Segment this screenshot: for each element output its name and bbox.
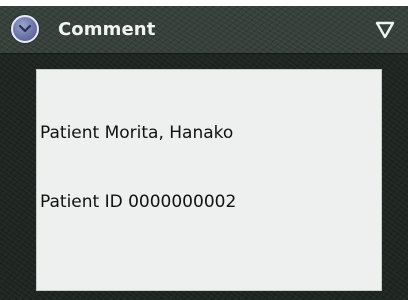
comment-line-patient-id: Patient ID 0000000002 (40, 192, 237, 212)
comment-line-patient-name: Patient Morita, Hanako (40, 123, 234, 143)
panel-title: Comment (58, 19, 156, 40)
chevron-down-icon (18, 24, 32, 33)
comment-text-area[interactable]: Patient Morita, Hanako Patient ID 000000… (36, 69, 382, 291)
panel-header: Comment (0, 0, 408, 54)
panel-menu-toggle[interactable] (372, 17, 398, 43)
collapse-button[interactable] (11, 15, 39, 43)
comment-panel: Comment Patient Morita, Hanako Patient I… (0, 0, 408, 300)
triangle-down-icon (375, 21, 395, 39)
